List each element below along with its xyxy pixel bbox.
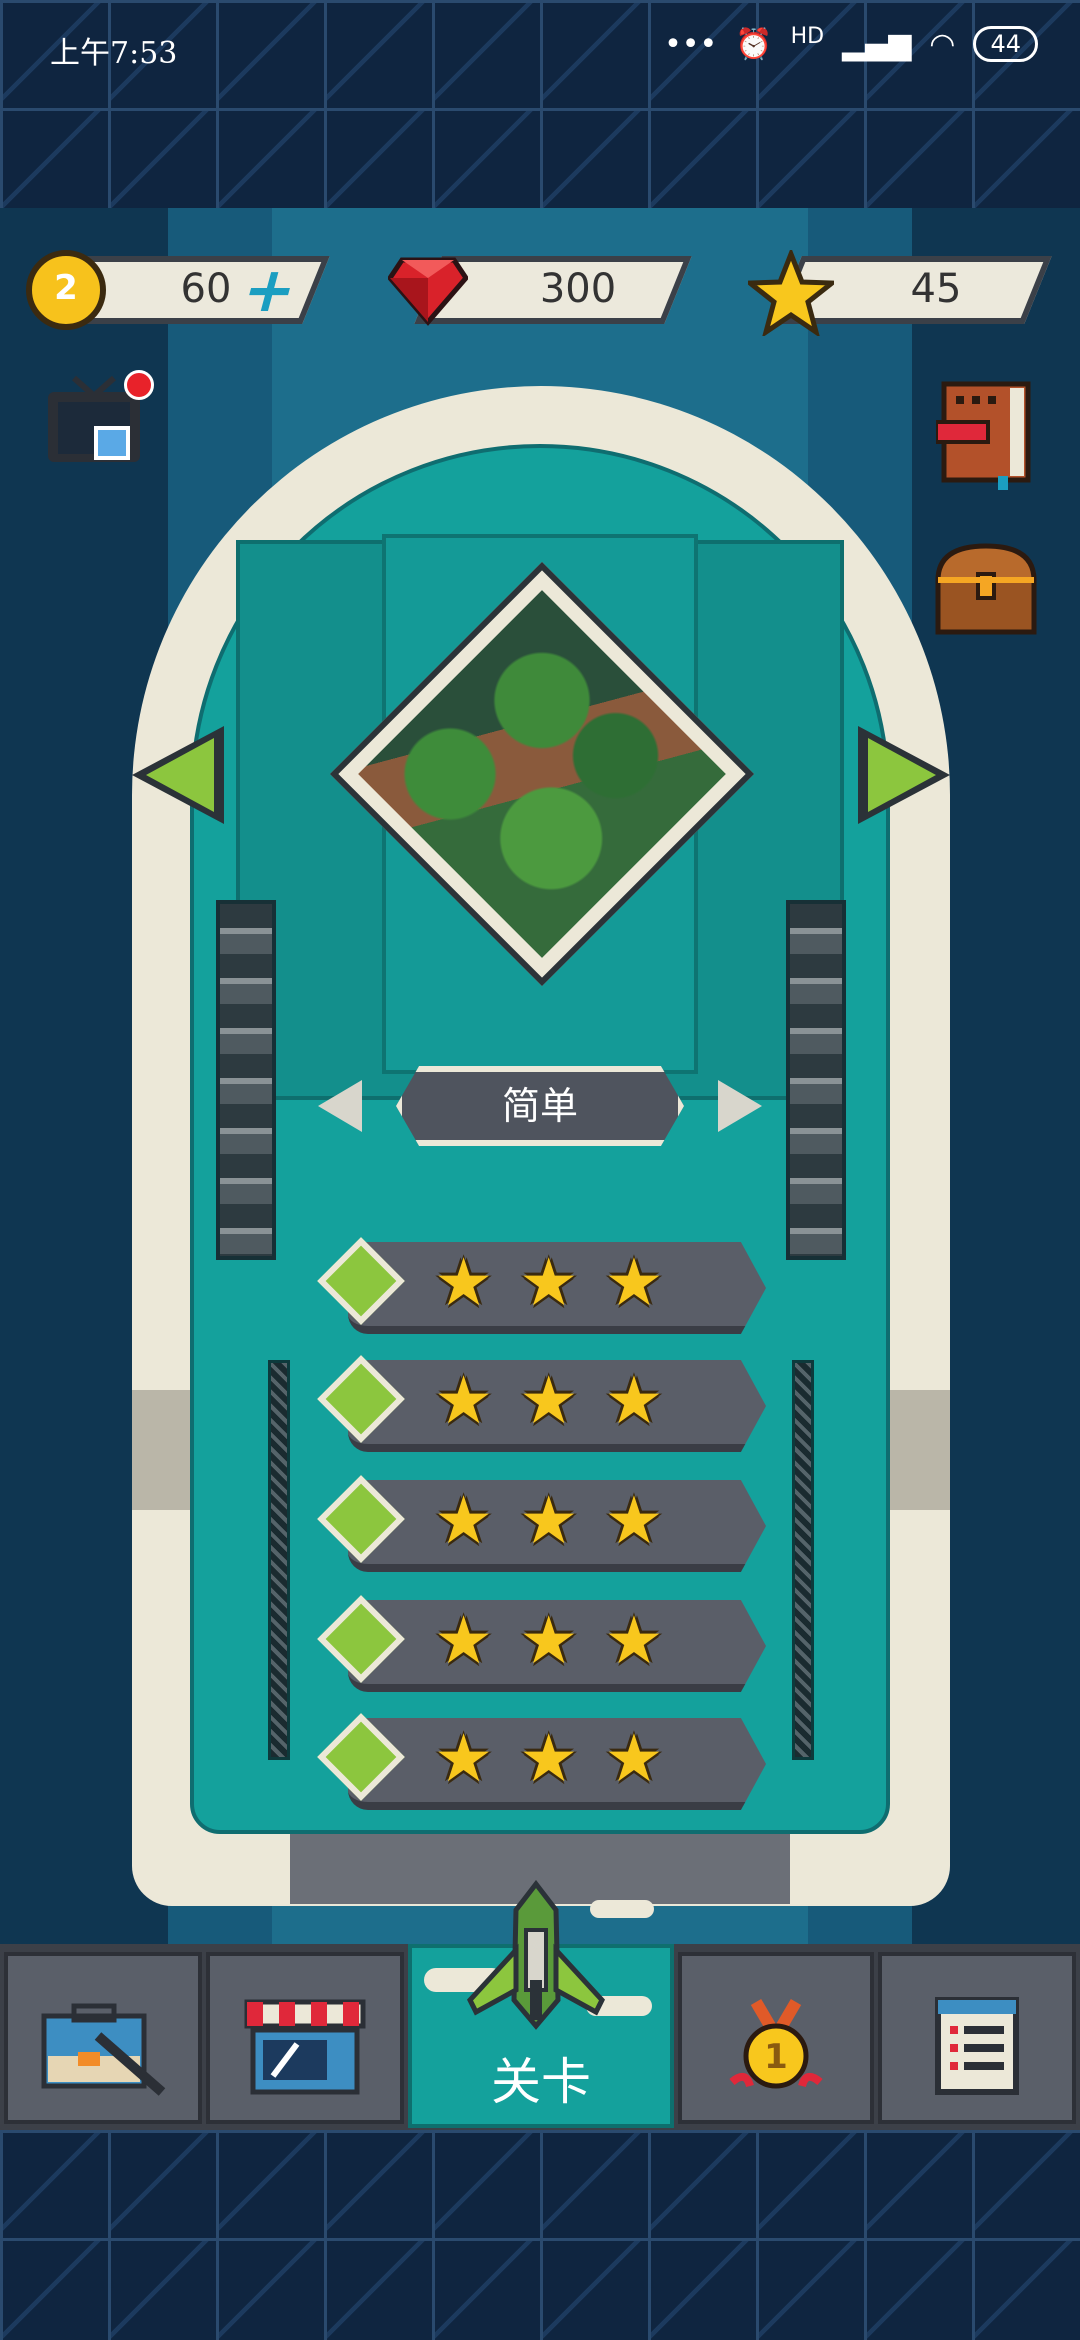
status-icons: ••• ⏰ HD ▂▄▆ ◠ 44 — [664, 23, 1038, 62]
treasure-chest-icon[interactable] — [932, 540, 1040, 636]
gem-icon — [388, 257, 468, 326]
signal-icon: HD — [790, 23, 825, 49]
star-icon: ★ — [519, 1602, 579, 1679]
star-icon: ★ — [434, 1482, 494, 1559]
gem-counter: 300 — [388, 250, 708, 330]
nav-achievements[interactable]: 1 — [678, 1952, 874, 2124]
level-stars: ★ ★ ★ — [434, 1724, 664, 1794]
svg-text:1: 1 — [764, 2037, 788, 2077]
previous-map-arrow-icon[interactable] — [124, 720, 234, 830]
star-icon — [748, 250, 834, 336]
gem-value: 300 — [539, 266, 617, 312]
level-row[interactable]: ★ ★ ★ — [317, 1712, 766, 1810]
battery-indicator: 44 — [973, 26, 1038, 62]
right-grille — [792, 1360, 814, 1760]
alarm-icon: ⏰ — [735, 26, 773, 62]
coin-icon: 2 — [26, 250, 106, 330]
level-row[interactable]: ★ ★ ★ — [317, 1594, 766, 1692]
signal-bars-icon: ▂▄▆ — [842, 26, 912, 62]
level-stars: ★ ★ ★ — [434, 1486, 664, 1556]
nav-tasks[interactable] — [878, 1952, 1076, 2124]
level-stars: ★ ★ ★ — [434, 1606, 664, 1676]
right-vent — [786, 900, 846, 1260]
star-icon: ★ — [519, 1720, 579, 1797]
wifi-icon: ◠ — [929, 26, 956, 62]
status-bar: 上午7:53 ••• ⏰ HD ▂▄▆ ◠ 44 — [0, 0, 1080, 96]
level-stars: ★ ★ ★ — [434, 1248, 664, 1318]
hangar-icon — [41, 2003, 166, 2096]
clipboard-icon — [935, 1997, 1019, 2095]
star-icon: ★ — [604, 1720, 664, 1797]
left-grille — [268, 1360, 290, 1760]
book-icon[interactable] — [936, 380, 1036, 490]
level-row[interactable]: ★ ★ ★ — [317, 1236, 766, 1334]
coin-counter[interactable]: 60 + 2 — [26, 250, 346, 330]
star-counter: 45 — [748, 250, 1068, 336]
level-row[interactable]: ★ ★ ★ — [317, 1474, 766, 1572]
jet-icon — [466, 1880, 606, 2030]
star-icon: ★ — [604, 1482, 664, 1559]
more-dots-icon: ••• — [664, 26, 718, 62]
shop-icon — [244, 1999, 366, 2095]
star-icon: ★ — [434, 1244, 494, 1321]
next-map-arrow-icon[interactable] — [848, 720, 958, 830]
bottom-tile-background — [0, 2130, 1080, 2340]
level-row[interactable]: ★ ★ ★ — [317, 1354, 766, 1452]
difficulty-prev-arrow-icon[interactable] — [318, 1080, 362, 1132]
star-icon: ★ — [434, 1602, 494, 1679]
nav-shop[interactable] — [206, 1952, 404, 2124]
medal-icon: 1 — [729, 1998, 823, 2089]
star-value: 45 — [910, 266, 962, 312]
level-stars: ★ ★ ★ — [434, 1366, 664, 1436]
star-icon: ★ — [604, 1244, 664, 1321]
nav-levels-label: 关卡 — [491, 2053, 591, 2111]
star-icon: ★ — [519, 1482, 579, 1559]
status-time: 上午7:53 — [50, 36, 178, 71]
star-icon: ★ — [519, 1362, 579, 1439]
star-icon: ★ — [604, 1602, 664, 1679]
difficulty-next-arrow-icon[interactable] — [718, 1080, 762, 1132]
star-icon: ★ — [434, 1720, 494, 1797]
notification-dot — [124, 370, 154, 400]
star-icon: ★ — [519, 1244, 579, 1321]
nav-hangar[interactable] — [4, 1952, 202, 2124]
star-icon: ★ — [604, 1362, 664, 1439]
star-icon: ★ — [434, 1362, 494, 1439]
left-vent — [216, 900, 276, 1260]
difficulty-label: 简单 — [396, 1066, 684, 1146]
